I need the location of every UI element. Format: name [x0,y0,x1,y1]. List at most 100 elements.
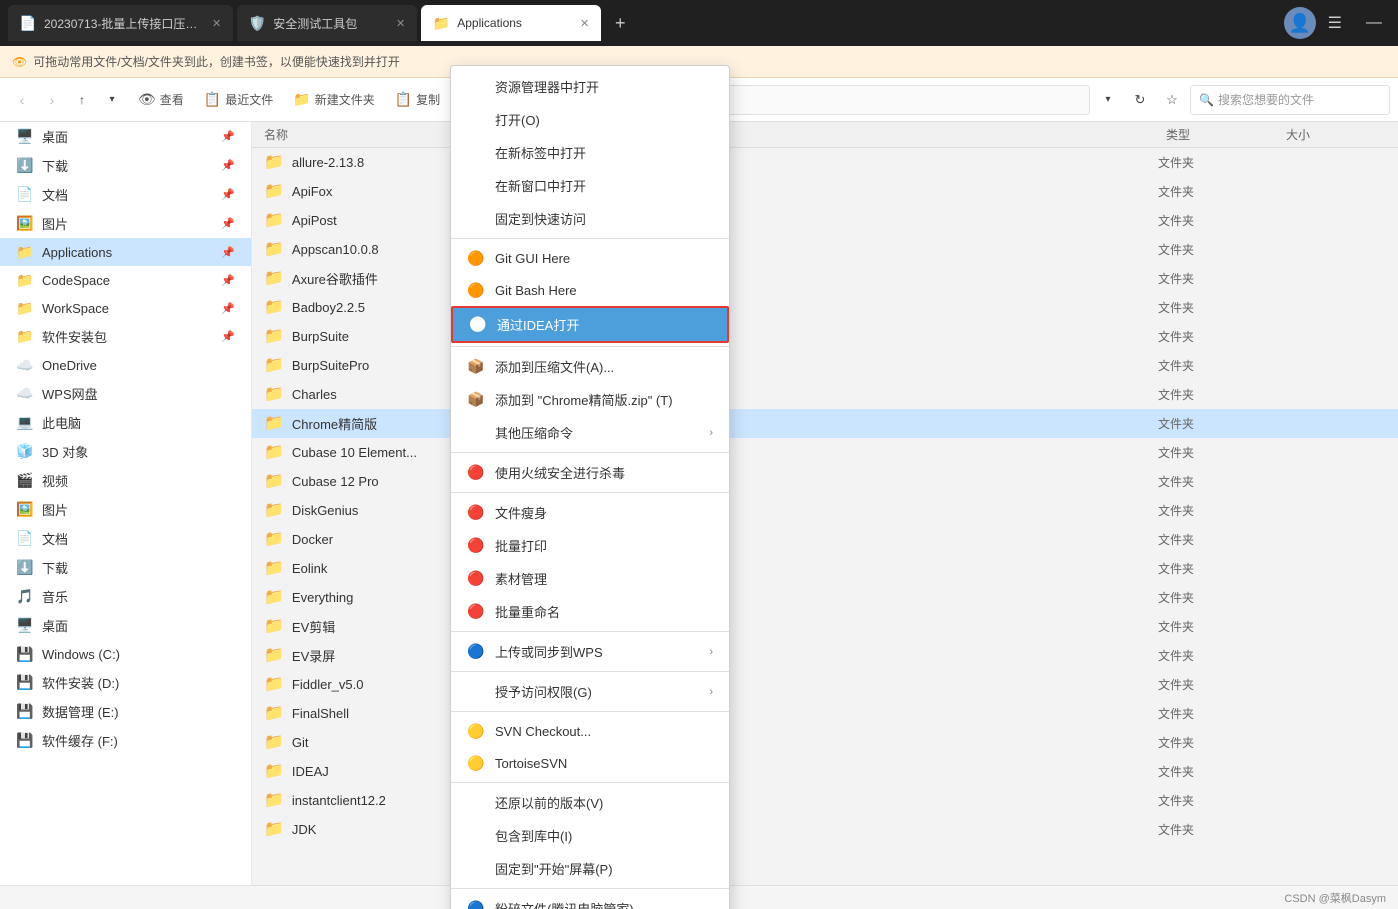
new-folder-button[interactable]: 📁 新建文件夹 [285,87,382,112]
file-row-allure[interactable]: 📁 allure-2.13.8 文件夹 [252,148,1398,177]
ctx-item-git-gui[interactable]: 🟠 Git GUI Here [451,242,729,274]
nav-up[interactable]: ↑ [68,86,96,114]
ctx-item-open-explorer[interactable]: 资源管理器中打开 [451,70,729,103]
sidebar-item-desktop[interactable]: 🖥️ 桌面 📌 [0,122,251,151]
ctx-item-add-zip[interactable]: 📦 添加到压缩文件(A)... [451,350,729,383]
sidebar-item-documents[interactable]: 📄 文档 [0,524,251,553]
ctx-item-other-compress[interactable]: 其他压缩命令 › [451,416,729,449]
sidebar-item-pics[interactable]: 🖼️ 图片 📌 [0,209,251,238]
file-row-cubase10[interactable]: 📁 Cubase 10 Element... 文件夹 [252,438,1398,467]
search-placeholder: 搜索您想要的文件 [1218,91,1314,108]
copy-label: 复制 [416,91,440,108]
file-row-ideaj[interactable]: 📁 IDEAJ 文件夹 [252,757,1398,786]
tab-1-close[interactable]: ✕ [212,17,221,30]
nav-forward[interactable]: › [38,86,66,114]
ctx-item-file-slim[interactable]: 🔴 文件瘦身 [451,496,729,529]
file-row-instantclient[interactable]: 📁 instantclient12.2 文件夹 [252,786,1398,815]
sidebar-item-software-package[interactable]: 📁 软件安装包 📌 [0,322,251,351]
ctx-item-pin-start[interactable]: 固定到"开始"屏幕(P) [451,852,729,885]
sidebar-item-download[interactable]: ⬇️ 下载 📌 [0,151,251,180]
look-button[interactable]: 👁 查看 [130,87,192,112]
bookmark-button[interactable]: ☆ [1158,86,1186,114]
sidebar-item-f-drive[interactable]: 💾 软件缓存 (F:) [0,726,251,755]
copy-icon: 📋 [395,91,412,108]
file-row-ev-edit[interactable]: 📁 EV剪辑 文件夹 [252,612,1398,641]
sidebar-item-pictures[interactable]: 🖼️ 图片 [0,495,251,524]
nav-dropdown[interactable]: ▾ [98,86,126,114]
ctx-item-open[interactable]: 打开(O) [451,103,729,136]
file-row-fiddler[interactable]: 📁 Fiddler_v5.0 文件夹 [252,670,1398,699]
file-row-apifox[interactable]: 📁 ApiFox 文件夹 [252,177,1398,206]
ctx-item-open-new-window[interactable]: 在新窗口中打开 [451,169,729,202]
search-bar[interactable]: 🔍 搜索您想要的文件 [1190,85,1390,115]
sidebar-item-3d-objects[interactable]: 🧊 3D 对象 [0,437,251,466]
sidebar-item-docs[interactable]: 📄 文档 📌 [0,180,251,209]
file-row-burpsuitepro[interactable]: 📁 BurpSuitePro 文件夹 [252,351,1398,380]
tab-3-icon: 📁 [433,15,449,31]
tab-3[interactable]: 📁 Applications ✕ [421,5,601,41]
file-row-burpsuite[interactable]: 📁 BurpSuite 文件夹 [252,322,1398,351]
tab-3-label: Applications [457,16,522,30]
sidebar-label-wps: WPS网盘 [42,384,235,403]
ctx-item-include-library[interactable]: 包含到库中(I) [451,819,729,852]
ctx-item-open-new-tab[interactable]: 在新标签中打开 [451,136,729,169]
refresh-button[interactable]: ↻ [1126,86,1154,114]
sidebar-item-d-drive[interactable]: 💾 软件安装 (D:) [0,668,251,697]
sidebar-item-c-drive[interactable]: 💾 Windows (C:) [0,640,251,668]
file-row-chrome[interactable]: 📁 Chrome精简版 文件夹 [252,409,1398,438]
sidebar-item-wps[interactable]: ☁️ WPS网盘 [0,379,251,408]
file-row-finalshell[interactable]: 📁 FinalShell 文件夹 [252,699,1398,728]
ctx-item-open-idea[interactable]: 🔴 通过IDEA打开 [451,306,729,343]
ctx-item-pin-quick[interactable]: 固定到快速访问 [451,202,729,235]
minimize-button[interactable]: — [1358,10,1390,36]
file-row-diskgenius[interactable]: 📁 DiskGenius 文件夹 [252,496,1398,525]
file-row-git[interactable]: 📁 Git 文件夹 [252,728,1398,757]
file-row-axure[interactable]: 📁 Axure谷歌插件 文件夹 [252,264,1398,293]
file-row-apipost[interactable]: 📁 ApiPost 文件夹 [252,206,1398,235]
file-row-docker[interactable]: 📁 Docker 文件夹 [252,525,1398,554]
file-row-jdk[interactable]: 📁 JDK 文件夹 [252,815,1398,844]
ctx-item-upload-wps[interactable]: 🔵 上传或同步到WPS › [451,635,729,668]
sidebar-item-video[interactable]: 🎬 视频 [0,466,251,495]
file-row-appscan[interactable]: 📁 Appscan10.0.8 文件夹 [252,235,1398,264]
sidebar: 🖥️ 桌面 📌 ⬇️ 下载 📌 📄 文档 📌 🖼️ 图片 📌 📁 Applica… [0,122,252,885]
sidebar-item-applications[interactable]: 📁 Applications 📌 [0,238,251,266]
menu-button[interactable]: ☰ [1320,9,1350,37]
tab-2-close[interactable]: ✕ [396,17,405,30]
file-row-cubase12[interactable]: 📁 Cubase 12 Pro 文件夹 [252,467,1398,496]
ctx-item-grant-access[interactable]: 授予访问权限(G) › [451,675,729,708]
nav-back[interactable]: ‹ [8,86,36,114]
file-row-everything[interactable]: 📁 Everything 文件夹 [252,583,1398,612]
sidebar-item-music[interactable]: 🎵 音乐 [0,582,251,611]
user-avatar[interactable]: 👤 [1284,7,1316,39]
ctx-item-batch-rename[interactable]: 🔴 批量重命名 [451,595,729,628]
sidebar-item-desktop2[interactable]: 🖥️ 桌面 [0,611,251,640]
ctx-item-add-chrome-zip[interactable]: 📦 添加到 "Chrome精简版.zip" (T) [451,383,729,416]
sidebar-item-this-pc[interactable]: 💻 此电脑 [0,408,251,437]
tab-1[interactable]: 📄 20230713-批量上传接口压测-高... ✕ [8,5,233,41]
ctx-item-fire-scan[interactable]: 🔴 使用火绒安全进行杀毒 [451,456,729,489]
sidebar-item-codespace[interactable]: 📁 CodeSpace 📌 [0,266,251,294]
file-row-ev-rec[interactable]: 📁 EV录屏 文件夹 [252,641,1398,670]
new-tab-button[interactable]: + [605,8,635,38]
file-row-eolink[interactable]: 📁 Eolink 文件夹 [252,554,1398,583]
ctx-label-include-library: 包含到库中(I) [495,826,713,845]
ctx-item-tortoise-svn[interactable]: 🟡 TortoiseSVN [451,747,729,779]
sidebar-label-f-drive: 软件缓存 (F:) [42,731,235,750]
sidebar-item-downloads[interactable]: ⬇️ 下载 [0,553,251,582]
ctx-item-git-bash[interactable]: 🟠 Git Bash Here [451,274,729,306]
file-row-charles[interactable]: 📁 Charles 文件夹 [252,380,1398,409]
tab-2[interactable]: 🛡️ 安全测试工具包 ✕ [237,5,417,41]
sidebar-item-e-drive[interactable]: 💾 数据管理 (E:) [0,697,251,726]
ctx-item-batch-print[interactable]: 🔴 批量打印 [451,529,729,562]
file-row-badboy[interactable]: 📁 Badboy2.2.5 文件夹 [252,293,1398,322]
copy-button[interactable]: 📋 复制 [387,87,448,112]
address-dropdown[interactable]: ▾ [1094,86,1122,114]
ctx-item-restore-prev[interactable]: 还原以前的版本(V) [451,786,729,819]
recent-button[interactable]: 📋 最近文件 [196,87,281,112]
ctx-item-material-manage[interactable]: 🔴 素材管理 [451,562,729,595]
sidebar-item-onedrive[interactable]: ☁️ OneDrive [0,351,251,379]
ctx-item-svn-checkout[interactable]: 🟡 SVN Checkout... [451,715,729,747]
tab-3-close[interactable]: ✕ [580,17,589,30]
sidebar-item-workspace[interactable]: 📁 WorkSpace 📌 [0,294,251,322]
